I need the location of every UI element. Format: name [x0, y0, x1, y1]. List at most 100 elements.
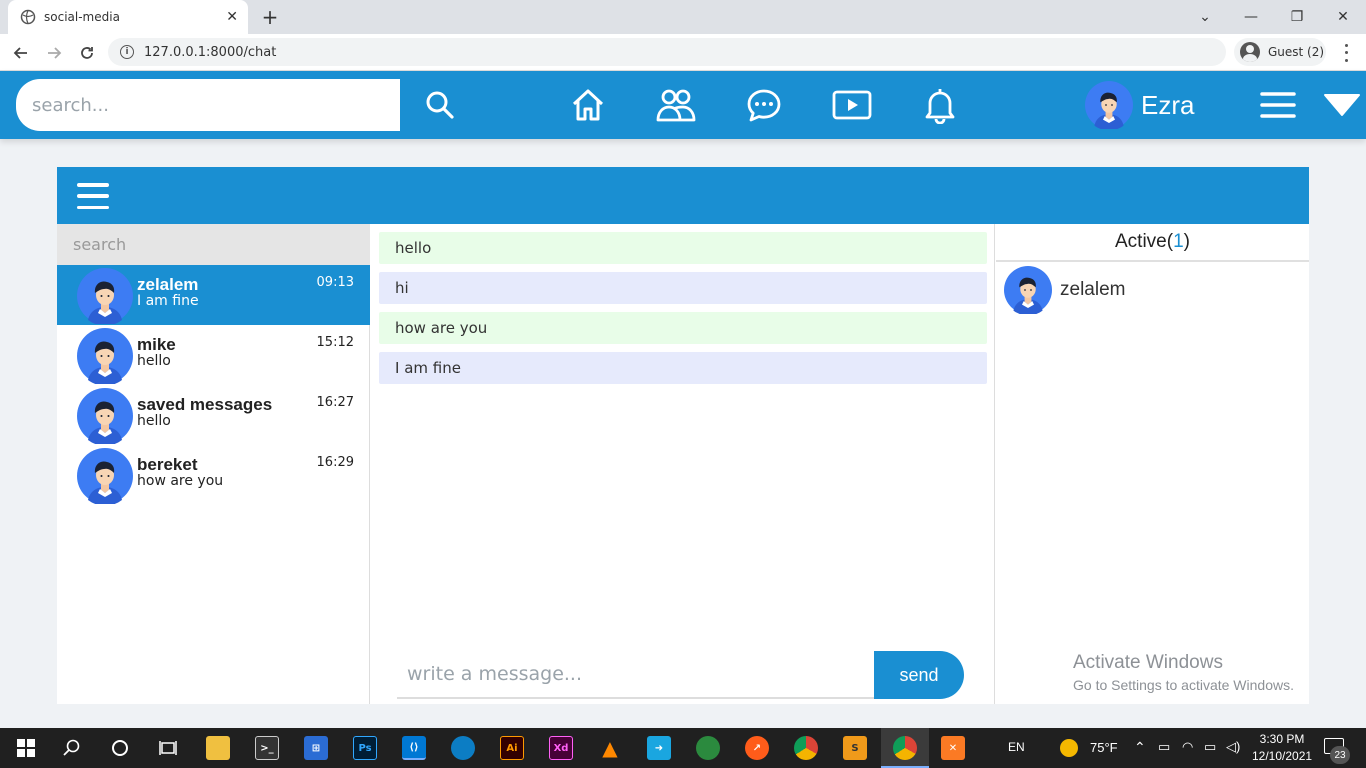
site-info-icon[interactable]: i [120, 45, 134, 59]
globe-icon [20, 9, 36, 25]
conversation-time: 09:13 [316, 275, 354, 290]
conversation-time: 15:12 [316, 335, 354, 350]
weather-sun-icon[interactable] [1060, 739, 1078, 757]
active-users-panel: Active(1) zelalem [996, 224, 1309, 704]
user-avatar [1085, 81, 1133, 129]
conversation-name: saved messages [137, 395, 273, 414]
global-search-input[interactable] [16, 79, 400, 131]
new-tab-button[interactable]: + [258, 5, 282, 29]
conversation-last-message: hello [137, 353, 171, 369]
notification-count-badge: 23 [1330, 746, 1350, 764]
postman-icon[interactable]: ↗ [745, 736, 769, 760]
video-icon[interactable] [832, 85, 872, 125]
xd-icon[interactable]: Xd [549, 736, 573, 760]
conversation-avatar [77, 328, 133, 384]
search-icon[interactable] [420, 85, 460, 125]
conversation-item[interactable]: mike hello 15:12 [57, 325, 370, 385]
active-user-item[interactable]: zelalem [1004, 266, 1125, 314]
xampp-icon[interactable]: ✕ [941, 736, 965, 760]
volume-icon[interactable]: ◁) [1226, 739, 1240, 755]
windows-start-icon[interactable] [14, 736, 38, 760]
conversation-item[interactable]: zelalem I am fine 09:13 [57, 265, 370, 325]
conversation-search-input[interactable] [57, 224, 370, 265]
reload-icon[interactable] [76, 42, 98, 64]
edge-icon[interactable] [451, 736, 475, 760]
cortana-icon[interactable] [108, 736, 132, 760]
chrome-active-icon [893, 736, 917, 760]
watermark-subtitle: Go to Settings to activate Windows. [1073, 677, 1294, 693]
sublime-icon[interactable]: S [843, 736, 867, 760]
message-bubble: I am fine [379, 352, 987, 384]
windows-taskbar: >_ ⊞ Ps ⟨⟩ Ai Xd ▲ ➜ ↗ S ✕ EN 75°F ⌃ ▭ ◠… [0, 728, 1366, 768]
message-area: hello hi how are you I am fine send [370, 224, 995, 704]
conversation-sidebar: zelalemI am fine09:13mikehello15:12saved… [57, 224, 370, 704]
browser-tabbar: social-media ✕ + ⌄ — ❐ ✕ [0, 0, 1366, 34]
close-tab-icon[interactable]: ✕ [226, 9, 238, 25]
forward-arrow-icon[interactable] [43, 42, 65, 64]
network-app-icon[interactable]: ⊞ [304, 736, 328, 760]
clock-date[interactable]: 12/10/2021 [1252, 749, 1312, 763]
profile-label: Guest (2) [1268, 45, 1325, 59]
vlc-icon[interactable]: ▲ [598, 736, 622, 760]
taskbar-search-icon[interactable] [60, 736, 84, 760]
task-view-icon[interactable] [156, 736, 180, 760]
terminal-icon[interactable]: >_ [255, 736, 279, 760]
guest-avatar-icon [1240, 42, 1260, 62]
file-explorer-icon[interactable] [206, 736, 230, 760]
browser-tab[interactable]: social-media ✕ [8, 0, 248, 34]
chat-panel: zelalemI am fine09:13mikehello15:12saved… [57, 167, 1309, 704]
globe-app-icon[interactable] [696, 736, 720, 760]
conversation-item[interactable]: bereket how are you 16:29 [57, 445, 370, 505]
close-window-button[interactable]: ✕ [1320, 0, 1366, 34]
url-text: 127.0.0.1:8000/chat [144, 44, 277, 60]
restore-button[interactable]: ❐ [1274, 0, 1320, 34]
friends-icon[interactable] [656, 85, 696, 125]
active-chrome-task[interactable] [881, 728, 929, 768]
browser-toolbar: i 127.0.0.1:8000/chat Guest (2) [0, 34, 1366, 71]
address-bar[interactable]: i 127.0.0.1:8000/chat [108, 38, 1226, 66]
minimize-button[interactable]: — [1228, 0, 1274, 34]
active-count: 1 [1173, 231, 1184, 252]
send-button[interactable]: send [874, 651, 964, 699]
notifications-bell-icon[interactable] [920, 85, 960, 125]
chat-menu-icon[interactable] [77, 183, 109, 209]
active-user-avatar [1004, 266, 1052, 314]
tray-device-icon[interactable]: ▭ [1158, 739, 1170, 755]
user-profile[interactable]: Ezra [1085, 81, 1194, 129]
messages-icon[interactable] [744, 85, 784, 125]
back-arrow-icon[interactable] [10, 42, 32, 64]
conversation-last-message: hello [137, 413, 171, 429]
photoshop-icon[interactable]: Ps [353, 736, 377, 760]
language-indicator[interactable]: EN [1008, 740, 1025, 754]
dropdown-triangle-icon[interactable] [1322, 85, 1362, 125]
home-icon[interactable] [568, 85, 608, 125]
message-bubble: hi [379, 272, 987, 304]
active-users-header: Active(1) [996, 224, 1309, 262]
conversation-item[interactable]: saved messages hello 16:27 [57, 385, 370, 445]
conversation-list: zelalem I am fine 09:13 mike hello 15:12 saved… [57, 265, 370, 505]
tray-chevron-icon[interactable]: ⌃ [1134, 739, 1146, 756]
tab-title: social-media [44, 10, 120, 24]
clock-time[interactable]: 3:30 PM [1258, 732, 1306, 746]
illustrator-icon[interactable]: Ai [500, 736, 524, 760]
profile-button[interactable]: Guest (2) [1234, 38, 1326, 66]
app-header: Ezra [0, 71, 1366, 139]
conversation-name: zelalem [137, 275, 199, 294]
chat-panel-header [57, 167, 1309, 224]
chrome-icon[interactable] [794, 736, 818, 760]
conversation-name: bereket [137, 455, 198, 474]
tab-search-icon[interactable]: ⌄ [1182, 0, 1228, 34]
conversation-last-message: how are you [137, 473, 224, 489]
vscode-icon[interactable]: ⟨⟩ [402, 736, 426, 760]
menu-hamburger-icon[interactable] [1258, 85, 1298, 125]
activate-windows-watermark: Activate Windows Go to Settings to activ… [1073, 652, 1294, 693]
browser-menu-icon[interactable] [1338, 42, 1354, 64]
wifi-icon[interactable]: ◠ [1182, 739, 1193, 755]
message-bubble: hello [379, 232, 987, 264]
weather-temp[interactable]: 75°F [1090, 740, 1118, 755]
active-title: Active [1115, 231, 1167, 252]
share-app-icon[interactable]: ➜ [647, 736, 671, 760]
message-input[interactable] [397, 651, 874, 699]
message-bubble: how are you [379, 312, 987, 344]
battery-icon[interactable]: ▭ [1204, 739, 1216, 755]
